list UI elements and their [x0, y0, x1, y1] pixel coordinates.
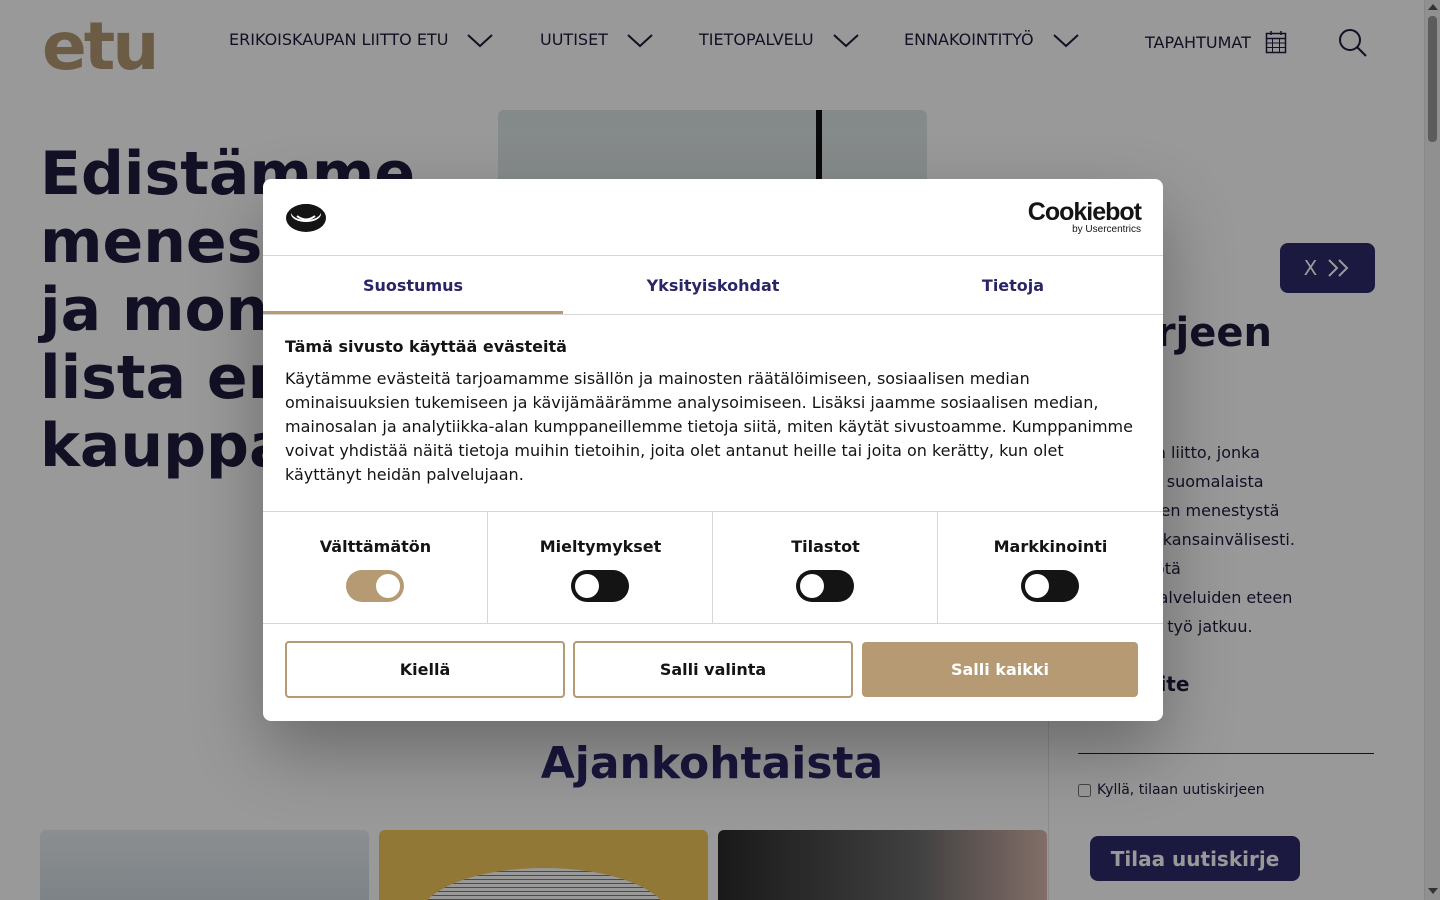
mieltymykset-toggle[interactable] — [571, 570, 629, 602]
cookiebot-sub: by Usercentrics — [1072, 224, 1141, 235]
cookiebot-name: Cookiebot — [1027, 198, 1142, 226]
divider — [263, 314, 1163, 315]
category-label: Tilastot — [791, 537, 860, 556]
tab-suostumus[interactable]: Suostumus — [263, 256, 563, 314]
tab-label: Suostumus — [362, 275, 464, 295]
category-valttamaton: Välttämätön — [263, 512, 488, 624]
toggle-knob — [376, 574, 400, 598]
allow-all-button[interactable]: Salli kaikki — [862, 642, 1138, 697]
tab-label: Yksityiskohdat — [646, 275, 780, 295]
toggle-knob — [800, 574, 824, 598]
toggle-knob — [575, 574, 599, 598]
deny-button[interactable]: Kiellä — [285, 641, 565, 698]
toggle-knob — [1025, 574, 1049, 598]
tilastot-toggle[interactable] — [796, 570, 854, 602]
cookiebot-logo: Cookiebot by Usercentrics — [1027, 198, 1142, 235]
cookie-logo-icon — [286, 204, 326, 232]
category-label: Markkinointi — [993, 537, 1108, 556]
cookie-consent-dialog: Cookiebot by Usercentrics Suostumus Yksi… — [263, 179, 1163, 721]
dialog-body-text: Käytämme evästeitä tarjoamamme sisällön … — [285, 369, 1133, 484]
allow-selection-button[interactable]: Salli valinta — [573, 641, 853, 698]
tab-tietoja[interactable]: Tietoja — [863, 256, 1163, 314]
category-mieltymykset: Mieltymykset — [488, 512, 713, 624]
category-label: Välttämätön — [319, 537, 432, 556]
dialog-heading: Tämä sivusto käyttää evästeitä — [285, 337, 567, 356]
tab-label: Tietoja — [981, 275, 1045, 295]
markkinointi-toggle[interactable] — [1021, 570, 1079, 602]
category-label: Mieltymykset — [539, 537, 662, 556]
tab-yksityiskohdat[interactable]: Yksityiskohdat — [563, 256, 863, 314]
category-markkinointi: Markkinointi — [938, 512, 1163, 624]
consent-categories: Välttämätön Mieltymykset Tilastot Markki… — [263, 511, 1163, 624]
valttamaton-toggle[interactable] — [346, 570, 404, 602]
category-tilastot: Tilastot — [713, 512, 938, 624]
